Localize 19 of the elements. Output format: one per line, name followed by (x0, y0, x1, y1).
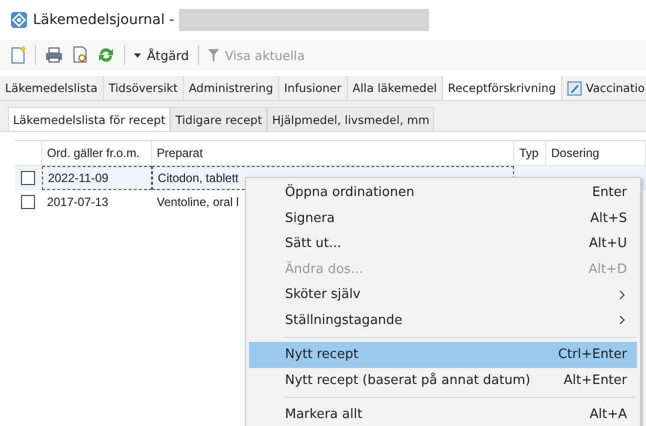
shortcut-label: Alt+A (590, 407, 627, 422)
shortcut-label: Ctrl+Enter (558, 347, 627, 362)
menu-item-label: Signera (285, 210, 335, 226)
window-title: Läkemedelsjournal - (33, 12, 174, 28)
menu-item-label: Nytt recept (285, 347, 358, 362)
table-cell: 2017-07-13 (46, 195, 108, 209)
shortcut-label: Alt+S (590, 210, 627, 226)
menu-item-label: Sätt ut... (285, 236, 342, 252)
menu-item-label: Markera allt (285, 407, 362, 422)
menu-item-label: Nytt recept (baserat på annat datum) (285, 372, 530, 388)
menu-item-label: Sköter själv (285, 287, 360, 302)
menu-item-label: Ändra dos... (285, 262, 364, 277)
table-cell: Citodon, tablett (158, 171, 238, 185)
table-cell: 2022-11-09 (48, 171, 108, 185)
shortcut-label: Alt+Enter (564, 372, 627, 388)
shortcut-label: Alt+U (588, 236, 627, 252)
shortcut-label: Alt+D (588, 262, 627, 277)
table-cell: Ventoline, oral l (156, 195, 239, 209)
menu-item-label: Ställningstagande (285, 312, 402, 328)
